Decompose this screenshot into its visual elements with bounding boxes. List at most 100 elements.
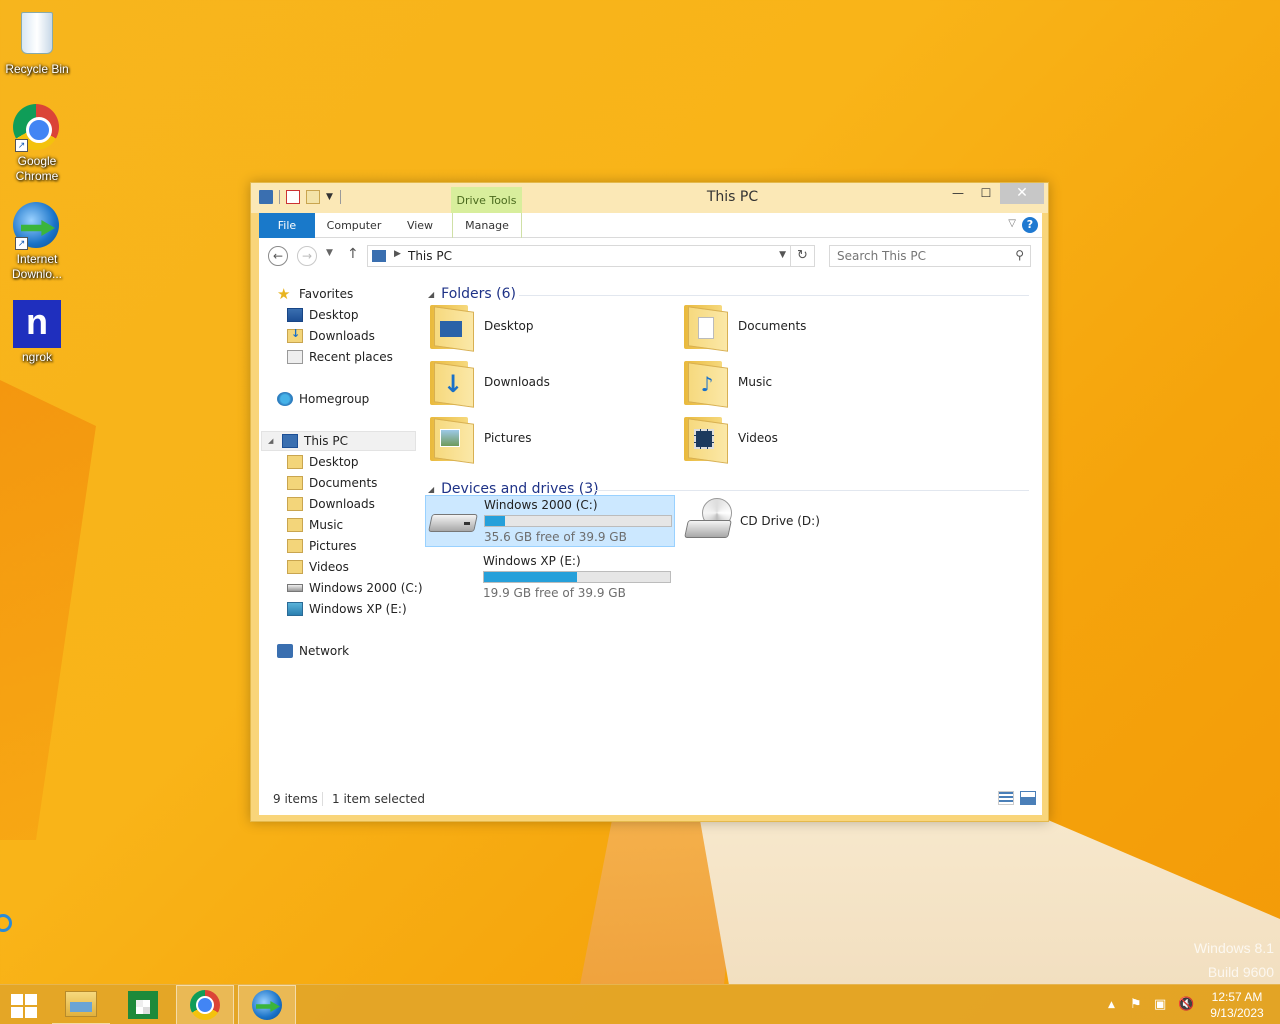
tab-computer[interactable]: Computer bbox=[315, 213, 393, 238]
details-view-icon[interactable] bbox=[998, 791, 1014, 805]
idm-icon bbox=[252, 990, 282, 1020]
maximize-button[interactable]: ☐ bbox=[972, 183, 1000, 204]
breadcrumb[interactable]: This PC bbox=[408, 249, 452, 263]
folder-label: Documents bbox=[738, 319, 807, 333]
start-button[interactable] bbox=[8, 991, 40, 1019]
tab-manage[interactable]: Manage bbox=[452, 213, 522, 238]
folder-label: Music bbox=[738, 375, 773, 389]
nav-item-pc-documents[interactable]: Documents bbox=[287, 473, 377, 493]
drive-free-space: 19.9 GB free of 39.9 GB bbox=[483, 586, 626, 600]
system-clock[interactable]: 12:57 AM 9/13/2023 bbox=[1200, 989, 1274, 1021]
tab-view[interactable]: View bbox=[393, 213, 447, 238]
navigation-pane: ★ Favorites Desktop Downloads Recent pla… bbox=[259, 274, 423, 784]
desktop-folder-icon bbox=[287, 455, 303, 469]
desktop-icon-internet-download-manager[interactable]: ↗ Internet Downlo... bbox=[4, 202, 70, 282]
drive-item-c[interactable]: Windows 2000 (C:) 35.6 GB free of 39.9 G… bbox=[425, 495, 675, 547]
drive-item-e[interactable]: Windows XP (E:) 19.9 GB free of 39.9 GB bbox=[425, 551, 675, 603]
drive-item-cd-d[interactable]: CD Drive (D:) bbox=[682, 495, 882, 547]
clock-time: 12:57 AM bbox=[1211, 990, 1263, 1004]
nav-item-favorites-desktop[interactable]: Desktop bbox=[287, 305, 359, 325]
back-button[interactable]: ← bbox=[268, 246, 288, 266]
search-icon[interactable]: ⚲ bbox=[1015, 248, 1024, 262]
expand-chevron-icon[interactable]: ◢ bbox=[268, 437, 276, 445]
nav-item-pc-pictures[interactable]: Pictures bbox=[287, 536, 357, 556]
status-bar: 9 items 1 item selected bbox=[259, 784, 1042, 815]
desktop-icon-recycle-bin[interactable]: Recycle Bin bbox=[4, 6, 70, 77]
nav-item-favorites-downloads[interactable]: Downloads bbox=[287, 326, 375, 346]
nav-item-network[interactable]: Network bbox=[277, 641, 349, 661]
group-divider bbox=[519, 295, 1029, 296]
desktop-icon-google-chrome[interactable]: ↗ Google Chrome bbox=[4, 104, 70, 184]
taskbar-internet-download-manager[interactable] bbox=[238, 985, 296, 1024]
ngrok-icon: n bbox=[13, 300, 61, 348]
drive-name: CD Drive (D:) bbox=[740, 514, 820, 528]
help-icon[interactable]: ? bbox=[1022, 217, 1038, 233]
nav-item-pc-videos[interactable]: Videos bbox=[287, 557, 349, 577]
breadcrumb-chevron-icon[interactable]: ▶ bbox=[394, 249, 401, 259]
search-box[interactable]: ⚲ bbox=[829, 245, 1031, 267]
drive-name: Windows XP (E:) bbox=[483, 554, 581, 568]
pictures-folder-icon bbox=[430, 415, 474, 464]
collapse-triangle-icon[interactable]: ◢ bbox=[428, 485, 434, 494]
music-folder-icon: ♪ bbox=[684, 359, 728, 408]
taskbar-google-chrome[interactable] bbox=[176, 985, 234, 1024]
drive-usage-fill bbox=[484, 572, 578, 582]
taskbar-windows-store[interactable] bbox=[114, 985, 172, 1024]
folder-item-downloads[interactable]: ↓ Downloads bbox=[424, 356, 664, 408]
folder-item-pictures[interactable]: Pictures bbox=[424, 412, 664, 464]
minimize-button[interactable]: — bbox=[944, 183, 972, 204]
collapse-triangle-icon[interactable]: ◢ bbox=[428, 290, 434, 299]
hard-drive-icon bbox=[287, 602, 303, 616]
documents-folder-icon bbox=[684, 303, 728, 352]
close-button[interactable]: ✕ bbox=[1000, 183, 1044, 204]
nav-item-label: Music bbox=[309, 518, 344, 532]
volume-muted-icon[interactable]: 🔇 bbox=[1178, 997, 1194, 1012]
nav-item-pc-music[interactable]: Music bbox=[287, 515, 343, 535]
folder-item-desktop[interactable]: Desktop bbox=[424, 300, 664, 352]
up-button[interactable]: ↑ bbox=[347, 246, 359, 262]
nav-item-label: Desktop bbox=[309, 455, 359, 469]
folder-item-videos[interactable]: Videos bbox=[678, 412, 918, 464]
status-divider bbox=[322, 792, 323, 806]
nav-item-drive-c[interactable]: Windows 2000 (C:) bbox=[287, 578, 423, 598]
search-input[interactable] bbox=[830, 246, 1000, 266]
hard-drive-icon bbox=[428, 506, 478, 536]
taskbar-file-explorer[interactable] bbox=[52, 985, 110, 1024]
refresh-button[interactable]: ↻ bbox=[790, 246, 814, 266]
store-icon bbox=[128, 991, 158, 1019]
os-watermark-line1: Windows 8.1 bbox=[1193, 940, 1274, 956]
folder-item-documents[interactable]: Documents bbox=[678, 300, 918, 352]
title-bar[interactable]: ▼ Drive Tools This PC — ☐ ✕ bbox=[251, 183, 1048, 213]
wallpaper-shape bbox=[0, 380, 96, 840]
drive-free-space: 35.6 GB free of 39.9 GB bbox=[484, 530, 627, 544]
network-icon[interactable]: ▣ bbox=[1154, 997, 1166, 1012]
forward-button[interactable]: → bbox=[297, 246, 317, 266]
folder-label: Desktop bbox=[484, 319, 534, 333]
network-icon bbox=[277, 644, 293, 658]
address-bar[interactable]: ▶ This PC ▼ ↻ bbox=[367, 245, 815, 267]
show-hidden-icons-chevron-icon[interactable]: ▲ bbox=[1108, 1000, 1115, 1010]
tab-file[interactable]: File bbox=[259, 213, 315, 238]
desktop-icon-ngrok[interactable]: n ngrok bbox=[4, 300, 70, 365]
nav-item-pc-downloads[interactable]: Downloads bbox=[287, 494, 375, 514]
recent-locations-chevron-icon[interactable]: ▼ bbox=[326, 248, 333, 258]
nav-item-pc-desktop[interactable]: Desktop bbox=[287, 452, 359, 472]
documents-folder-icon bbox=[287, 476, 303, 490]
action-center-flag-icon[interactable]: ⚑ bbox=[1130, 997, 1142, 1012]
nav-item-this-pc[interactable]: ◢ This PC bbox=[261, 431, 416, 451]
large-icons-view-icon[interactable] bbox=[1020, 791, 1036, 805]
nav-item-label: Recent places bbox=[309, 350, 393, 364]
item-count: 9 items bbox=[273, 792, 318, 806]
search-ring-icon[interactable] bbox=[0, 914, 12, 932]
folder-item-music[interactable]: ♪ Music bbox=[678, 356, 918, 408]
nav-item-favorites[interactable]: ★ Favorites bbox=[277, 284, 353, 304]
nav-item-homegroup[interactable]: Homegroup bbox=[277, 389, 369, 409]
nav-item-drive-e[interactable]: Windows XP (E:) bbox=[287, 599, 407, 619]
expand-ribbon-chevron-icon[interactable]: ▽ bbox=[1008, 218, 1016, 229]
nav-item-recent-places[interactable]: Recent places bbox=[287, 347, 393, 367]
pictures-folder-icon bbox=[287, 539, 303, 553]
star-icon: ★ bbox=[277, 285, 291, 303]
folder-label: Downloads bbox=[484, 375, 550, 389]
address-history-chevron-icon[interactable]: ▼ bbox=[779, 250, 786, 260]
recycle-bin-icon bbox=[13, 12, 61, 60]
